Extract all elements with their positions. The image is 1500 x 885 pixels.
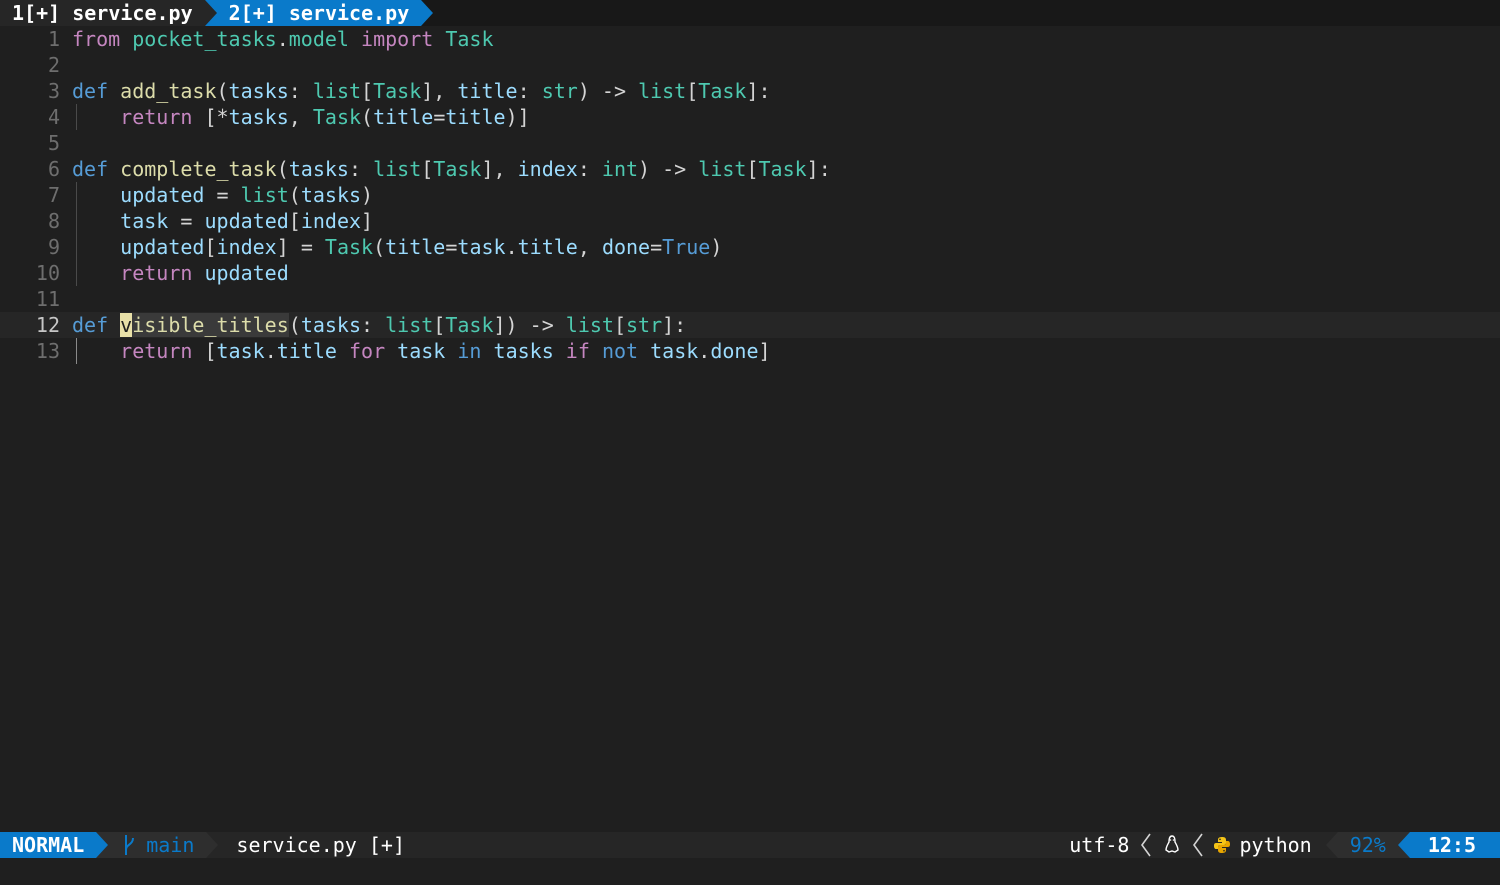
git-branch: main xyxy=(108,832,207,858)
code-line[interactable]: 6 def complete_task(tasks: list[Task], in… xyxy=(0,156,1500,182)
separator-arrow xyxy=(206,832,219,858)
line-number: 1 xyxy=(47,27,60,51)
code-text: def complete_task(tasks: list[Task], ind… xyxy=(72,157,831,181)
line-number: 11 xyxy=(35,287,60,311)
code-text: updated[index] = Task(title=task.title, … xyxy=(72,234,722,260)
scroll-percent: 92% xyxy=(1337,832,1398,858)
code-line[interactable]: 2 xyxy=(0,52,1500,78)
indent-guide xyxy=(76,260,77,286)
command-line[interactable] xyxy=(0,858,1500,885)
code-line[interactable]: 7 updated = list(tasks) xyxy=(0,182,1500,208)
indent-guide xyxy=(76,208,77,234)
code-line[interactable]: 3 def add_task(tasks: list[Task], title: … xyxy=(0,78,1500,104)
separator-arrow xyxy=(1325,832,1338,858)
line-number: 10 xyxy=(35,261,60,285)
file-name: service.py [+] xyxy=(236,833,405,857)
line-number: 7 xyxy=(47,183,60,207)
encoding: utf-8 xyxy=(1069,833,1130,857)
code-text: return [*tasks, Task(title=title)] xyxy=(72,104,530,130)
code-line[interactable]: 10 return updated xyxy=(0,260,1500,286)
indent-guide xyxy=(76,234,77,260)
indent-guide xyxy=(76,104,77,130)
line-number: 4 xyxy=(47,105,60,129)
code-text: from pocket_tasks.model import Task xyxy=(72,27,494,51)
tab-separator xyxy=(421,0,434,26)
code-line[interactable]: 8 task = updated[index] xyxy=(0,208,1500,234)
code-line[interactable]: 9 updated[index] = Task(title=task.title… xyxy=(0,234,1500,260)
separator-arrow xyxy=(96,832,109,858)
indent-guide-active xyxy=(76,338,77,364)
word-highlight: isible_titles xyxy=(132,313,289,337)
tab-1[interactable]: 1[+] service.py xyxy=(0,0,205,26)
code-text: return [task.title for task in tasks if … xyxy=(72,338,771,364)
line-number: 13 xyxy=(35,339,60,363)
line-number: 3 xyxy=(47,79,60,103)
linux-tux-icon xyxy=(1165,835,1180,853)
code-text: updated = list(tasks) xyxy=(72,182,373,208)
indent-guide xyxy=(76,182,77,208)
code-text: def visible_titles(tasks: list[Task]) ->… xyxy=(72,313,687,337)
line-number: 2 xyxy=(47,53,60,77)
chevron-left-icon xyxy=(1193,833,1204,857)
statusline: NORMAL main service.py [+] utf-8 python … xyxy=(0,832,1500,858)
line-number-current: 12 xyxy=(35,313,60,337)
code-text: def add_task(tasks: list[Task], title: s… xyxy=(72,79,771,103)
filetype: python xyxy=(1209,832,1325,858)
mode-indicator: NORMAL xyxy=(0,832,97,858)
python-icon xyxy=(1214,837,1231,853)
line-number: 9 xyxy=(47,235,60,259)
tab-2-active[interactable]: 2[+] service.py xyxy=(216,0,422,26)
line-number: 8 xyxy=(47,209,60,233)
filetype-label: python xyxy=(1239,833,1312,857)
line-number: 5 xyxy=(47,131,60,155)
code-text: return updated xyxy=(72,260,289,286)
git-branch-icon xyxy=(125,835,135,855)
code-line[interactable]: 4 return [*tasks, Task(title=title)] xyxy=(0,104,1500,130)
editor-buffer[interactable]: 1 from pocket_tasks.model import Task 2 3… xyxy=(0,26,1500,364)
code-line[interactable]: 11 xyxy=(0,286,1500,312)
cursor-position: 12:5 xyxy=(1409,832,1500,858)
tabline: 1[+] service.py 2[+] service.py xyxy=(0,0,1500,26)
chevron-left-icon xyxy=(1141,833,1152,857)
code-line[interactable]: 1 from pocket_tasks.model import Task xyxy=(0,26,1500,52)
tab-separator xyxy=(204,0,217,26)
code-line[interactable]: 5 xyxy=(0,130,1500,156)
code-text: task = updated[index] xyxy=(72,208,373,234)
code-line[interactable]: 13 return [task.title for task in tasks … xyxy=(0,338,1500,364)
branch-name: main xyxy=(146,833,195,857)
code-line-current[interactable]: 12 def visible_titles(tasks: list[Task]) … xyxy=(0,312,1500,338)
separator-arrow xyxy=(1397,832,1410,858)
line-number: 6 xyxy=(47,157,60,181)
text-cursor: v xyxy=(120,313,133,337)
